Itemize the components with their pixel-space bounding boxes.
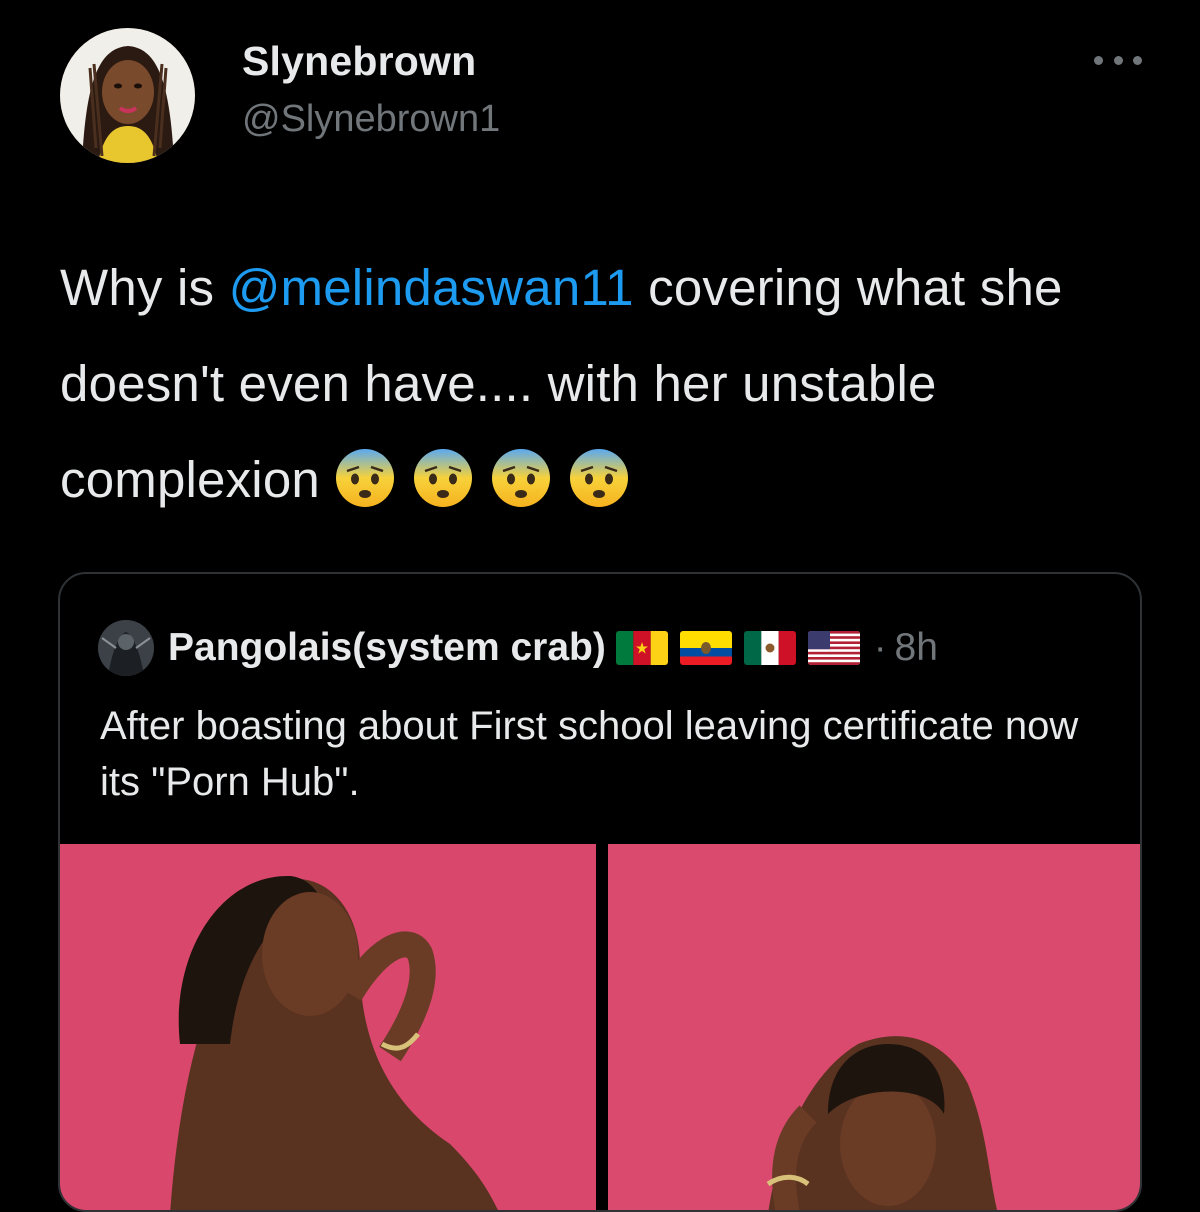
- flags: [615, 631, 860, 665]
- author-handle[interactable]: @Slynebrown1: [242, 98, 500, 141]
- quoted-tweet-timestamp[interactable]: 8h: [895, 626, 938, 670]
- cameroon-flag-icon: [615, 631, 668, 665]
- separator-dot: ·: [873, 626, 887, 669]
- fearful-face-icon: [334, 447, 396, 509]
- mention-link[interactable]: @melindaswan11: [229, 259, 634, 316]
- media-photo[interactable]: [60, 844, 596, 1210]
- author-avatar[interactable]: [60, 28, 195, 163]
- more-horizontal-icon[interactable]: [1090, 40, 1146, 80]
- media-photo[interactable]: [608, 844, 1140, 1210]
- quoted-author-display-name[interactable]: Pangolais(system crab): [168, 626, 606, 670]
- ecuador-flag-icon: [679, 631, 732, 665]
- fearful-face-icon: [412, 447, 474, 509]
- quoted-tweet-header: Pangolais(system crab) · 8h: [98, 620, 938, 676]
- author-display-name[interactable]: Slynebrown: [242, 38, 476, 85]
- quoted-tweet-text: After boasting about First school leavin…: [100, 704, 1079, 804]
- tweet: Slynebrown @Slynebrown1 Why is @melindas…: [0, 0, 1200, 1212]
- mexico-flag-icon: [743, 631, 796, 665]
- dot: [1113, 55, 1123, 65]
- quoted-author-avatar[interactable]: [98, 620, 154, 676]
- tweet-text: Why is @melindaswan11 covering what she …: [60, 240, 1170, 528]
- usa-flag-icon: [807, 631, 860, 665]
- dot: [1133, 55, 1142, 65]
- fearful-face-icon: [568, 447, 630, 509]
- emoji-row: [334, 447, 630, 509]
- fearful-face-icon: [490, 447, 552, 509]
- dot: [1094, 55, 1103, 65]
- tweet-text-before: Why is: [60, 259, 229, 316]
- quoted-tweet-media: [60, 844, 1140, 1210]
- quoted-tweet[interactable]: Pangolais(system crab) · 8h After boasti…: [58, 572, 1142, 1212]
